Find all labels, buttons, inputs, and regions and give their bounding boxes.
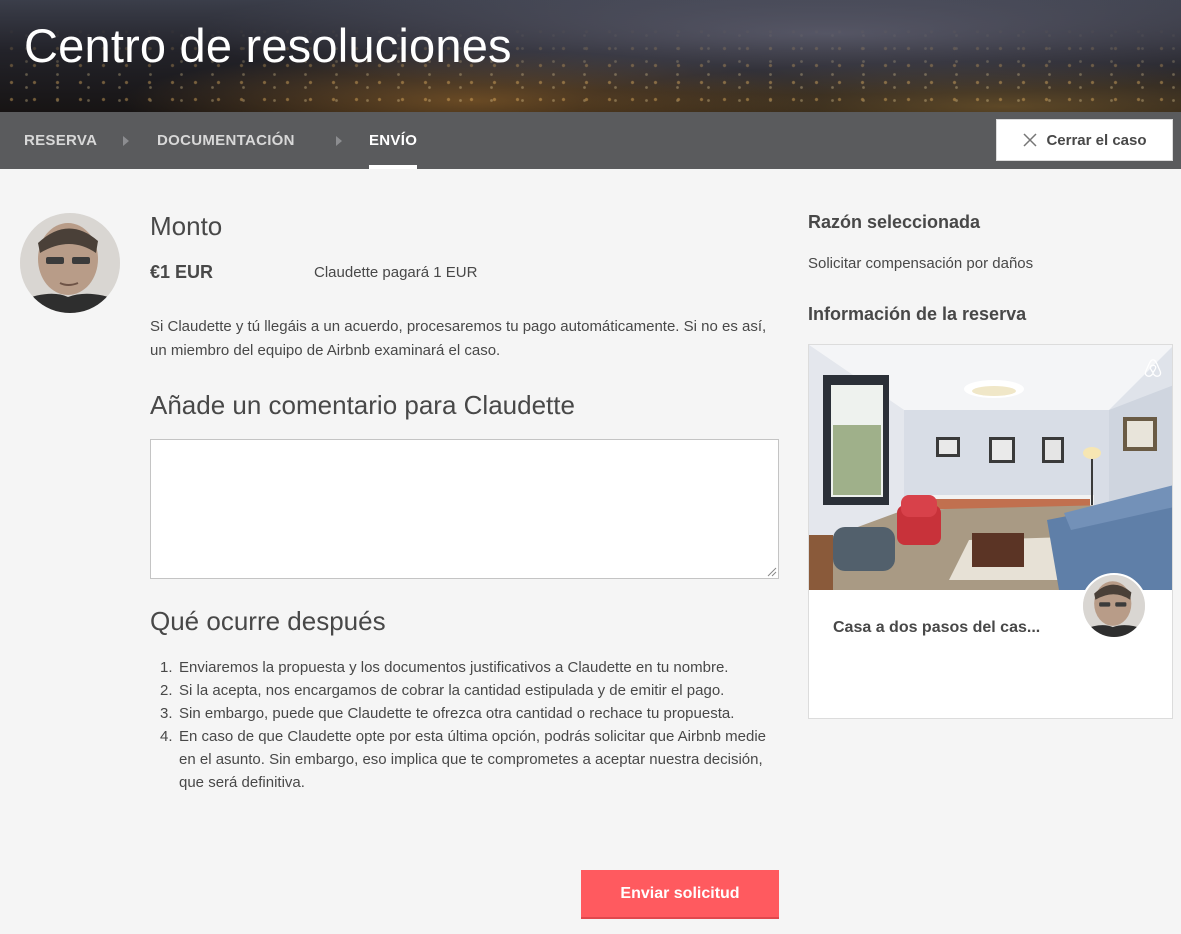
listing-title[interactable]: Casa a dos pasos del cas... [833, 619, 1073, 637]
step-documentacion[interactable]: DOCUMENTACIÓN [157, 112, 295, 169]
reason-heading: Razón seleccionada [808, 212, 981, 232]
list-item: Enviaremos la propuesta y los documentos… [160, 656, 729, 679]
list-item: En caso de que Claudette opte por esta ú… [160, 725, 767, 791]
booking-heading: Información de la reserva [808, 304, 1027, 324]
next-steps-heading: Qué ocurre después [150, 606, 386, 636]
listing-photo[interactable] [809, 345, 1173, 590]
step-chevron-icon [123, 136, 129, 146]
amount-note: Claudette pagará 1 EUR [314, 264, 478, 281]
step-reserva[interactable]: RESERVA [24, 112, 97, 169]
step-envio[interactable]: ENVÍO [369, 112, 418, 169]
close-case-button[interactable]: Cerrar el caso [996, 119, 1173, 161]
page-title: Centro de resoluciones [24, 19, 512, 72]
step-chevron-icon [336, 136, 342, 146]
close-case-label: Cerrar el caso [1046, 131, 1147, 149]
amount-description: Si Claudette y tú llegáis a un acuerdo, … [150, 318, 767, 359]
amount-value: €1 EUR [150, 262, 214, 282]
avatar [20, 213, 120, 313]
next-steps-list: Enviaremos la propuesta y los documentos… [150, 656, 782, 794]
list-item: Sin embargo, puede que Claudette te ofre… [160, 702, 735, 725]
airbnb-logo-icon [1144, 359, 1162, 377]
host-avatar [1081, 573, 1147, 639]
close-icon [1023, 133, 1037, 147]
comment-heading: Añade un comentario para Claudette [150, 390, 575, 420]
resize-handle-icon[interactable] [765, 565, 777, 577]
hero-banner: Centro de resoluciones [0, 0, 1181, 112]
listing-card[interactable]: Casa a dos pasos del cas... [808, 344, 1173, 719]
submit-request-button[interactable]: Enviar solicitud [581, 870, 779, 919]
comment-input[interactable] [150, 439, 779, 579]
amount-heading: Monto [150, 211, 223, 241]
list-item: Si la acepta, nos encargamos de cobrar l… [160, 679, 725, 702]
reason-value: Solicitar compensación por daños [808, 255, 1034, 272]
